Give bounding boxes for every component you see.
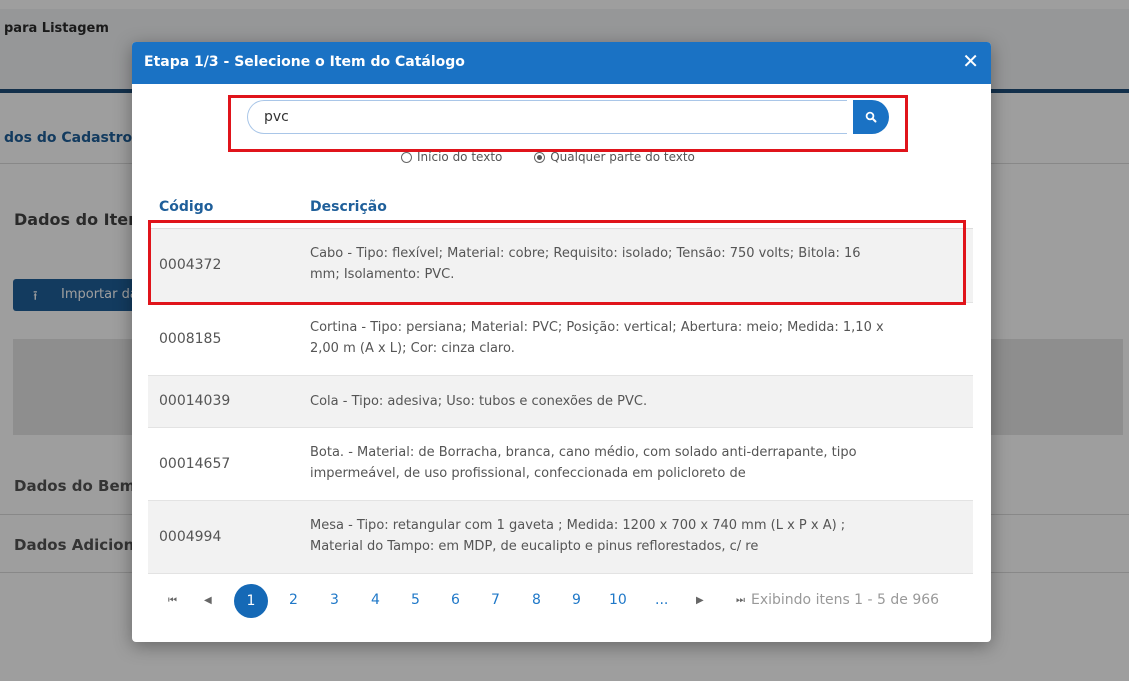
description-line: impermeável, de uso profissional, confec… xyxy=(310,466,746,481)
catalog-item-modal: Etapa 1/3 - Selecione o Item do Catálogo… xyxy=(132,42,991,642)
pagination: ⏮ ◀ 1 2 3 4 5 6 7 8 9 10 ... ▶ ⏭ Exibind… xyxy=(148,582,973,620)
page-link[interactable]: 5 xyxy=(411,592,420,608)
prev-page-icon[interactable]: ◀ xyxy=(204,595,212,606)
next-page-icon[interactable]: ▶ xyxy=(696,595,704,606)
radio-qualquer-parte[interactable]: Qualquer parte do texto xyxy=(534,150,695,164)
radio-inicio-texto[interactable]: Início do texto xyxy=(401,150,502,164)
cell-code: 0004994 xyxy=(159,529,222,545)
column-header-code[interactable]: Código xyxy=(159,199,213,215)
description-line: Material do Tampo: em MDP, de eucalipto … xyxy=(310,539,759,554)
close-icon[interactable]: ✕ xyxy=(962,51,979,71)
page-link[interactable]: 2 xyxy=(289,592,298,608)
highlight-first-row xyxy=(148,220,966,305)
description-line: Mesa - Tipo: retangular com 1 gaveta ; M… xyxy=(310,518,846,533)
cell-description: Cola - Tipo: adesiva; Uso: tubos e conex… xyxy=(310,391,950,412)
page-link[interactable]: 7 xyxy=(491,592,500,608)
radio-circle xyxy=(401,151,412,163)
description-line: 2,00 m (A x L); Cor: cinza claro. xyxy=(310,341,515,356)
page-link[interactable]: 10 xyxy=(609,592,627,608)
table-row[interactable]: 0008185 Cortina - Tipo: persiana; Materi… xyxy=(148,303,973,376)
page-link[interactable]: 8 xyxy=(532,592,541,608)
radio-label: Início do texto xyxy=(417,150,503,164)
column-header-description[interactable]: Descrição xyxy=(310,199,387,215)
cell-description: Bota. - Material: de Borracha, branca, c… xyxy=(310,442,950,484)
cell-description: Mesa - Tipo: retangular com 1 gaveta ; M… xyxy=(310,515,950,557)
page-ellipsis[interactable]: ... xyxy=(655,592,668,608)
cell-code: 00014039 xyxy=(159,393,231,409)
page-link[interactable]: 3 xyxy=(330,592,339,608)
table-row[interactable]: 00014657 Bota. - Material: de Borracha, … xyxy=(148,428,973,501)
table-row[interactable]: 0004994 Mesa - Tipo: retangular com 1 ga… xyxy=(148,501,973,574)
page-link[interactable]: 6 xyxy=(451,592,460,608)
modal-header: Etapa 1/3 - Selecione o Item do Catálogo… xyxy=(132,42,991,84)
search-mode-radios: Início do texto Qualquer parte do texto xyxy=(401,150,723,166)
cell-description: Cortina - Tipo: persiana; Material: PVC;… xyxy=(310,317,950,359)
cell-code: 0008185 xyxy=(159,331,222,347)
cell-code: 00014657 xyxy=(159,456,231,472)
page-current[interactable]: 1 xyxy=(234,584,268,618)
first-page-icon[interactable]: ⏮ xyxy=(168,595,177,606)
radio-circle-selected xyxy=(534,151,546,163)
description-line: Bota. - Material: de Borracha, branca, c… xyxy=(310,445,857,460)
highlight-search-box xyxy=(228,95,908,152)
modal-title: Etapa 1/3 - Selecione o Item do Catálogo xyxy=(144,54,465,70)
page-link[interactable]: 4 xyxy=(371,592,380,608)
description-line: Cortina - Tipo: persiana; Material: PVC;… xyxy=(310,320,884,335)
table-row[interactable]: 00014039 Cola - Tipo: adesiva; Uso: tubo… xyxy=(148,376,973,428)
page-link[interactable]: 9 xyxy=(572,592,581,608)
radio-label: Qualquer parte do texto xyxy=(550,150,695,164)
pager-info: Exibindo itens 1 - 5 de 966 xyxy=(751,592,940,608)
description-line: Cola - Tipo: adesiva; Uso: tubos e conex… xyxy=(310,394,648,409)
last-page-icon[interactable]: ⏭ xyxy=(736,595,745,606)
